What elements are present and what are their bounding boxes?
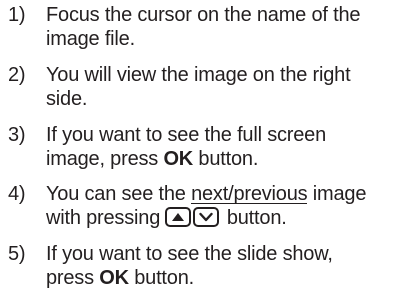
step-line: If you want to see the full screen (46, 124, 327, 146)
step-line: press OK button. (46, 266, 406, 290)
step-line: side. (46, 88, 88, 110)
step-text: You can see the next/previous image with… (46, 182, 406, 230)
ok-label: OK (163, 148, 194, 170)
step-line: image file. (46, 28, 135, 50)
step-number: 1) (8, 4, 26, 26)
underlined-text: next/previous (191, 183, 308, 205)
step-text: You will view the image on the right sid… (46, 63, 406, 111)
step-text-fragment: button. (221, 207, 287, 229)
step-text-fragment: button. (128, 267, 194, 289)
ok-label: OK (99, 267, 129, 289)
step-number: 3) (8, 124, 26, 146)
step-line: If you want to see the slide show, (46, 243, 333, 265)
step-text-fragment: with pressing (46, 207, 166, 229)
down-arrow-button-icon (193, 207, 220, 227)
instruction-list: 1) Focus the cursor on the name of the i… (0, 0, 409, 293)
step-line: Focus the cursor on the name of the (46, 4, 361, 26)
step-line: image, press OK button. (46, 147, 406, 171)
step-line: You will view the image on the right (46, 64, 351, 86)
up-arrow-button-icon (165, 207, 192, 227)
step-text: Focus the cursor on the name of the imag… (46, 3, 406, 51)
step-text: If you want to see the slide show, press… (46, 242, 406, 290)
step-text-fragment: image (307, 183, 367, 205)
step-text-fragment: press (46, 267, 100, 289)
step-line: You can see the next/previous image (46, 182, 406, 206)
step-text-fragment: You can see the (46, 183, 192, 205)
step-number: 5) (8, 243, 26, 265)
step-text-fragment: image, press (46, 148, 164, 170)
step-line: with pressing button. (46, 206, 406, 230)
step-number: 4) (8, 183, 26, 205)
step-text: If you want to see the full screen image… (46, 123, 406, 171)
step-number: 2) (8, 64, 26, 86)
step-text-fragment: button. (193, 148, 259, 170)
